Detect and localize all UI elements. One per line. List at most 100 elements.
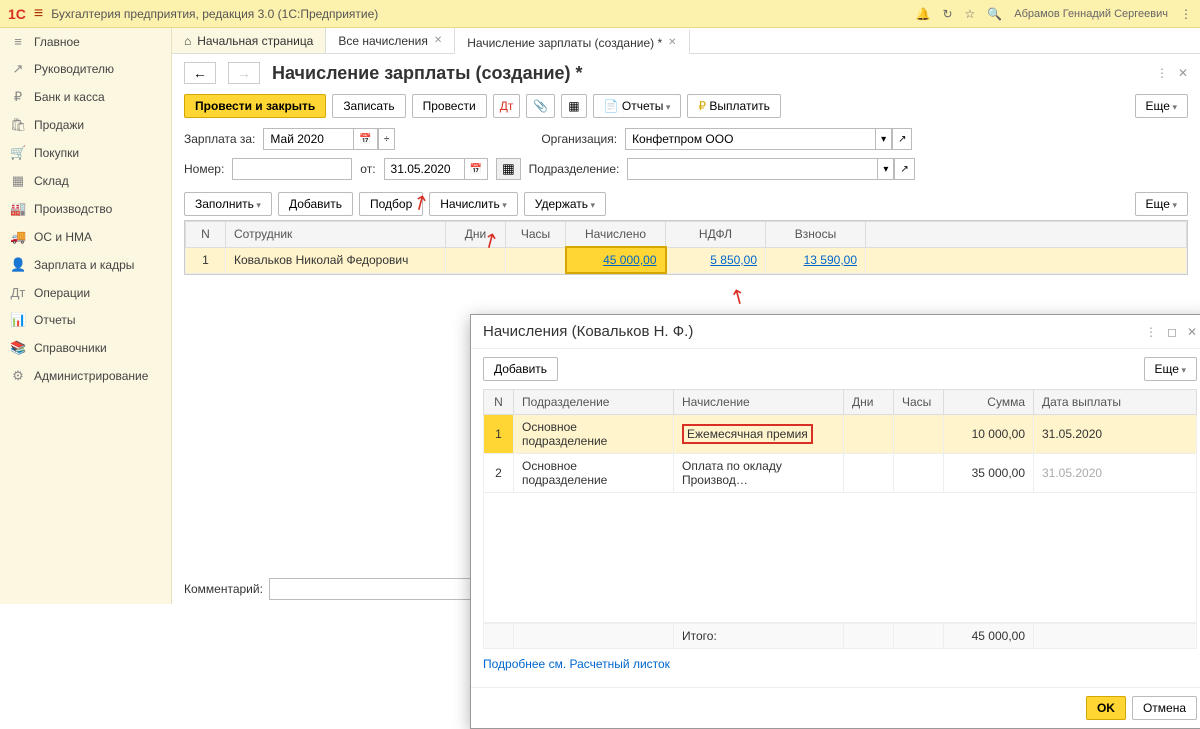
sidebar-item-purchases[interactable]: 🛒 Покупки bbox=[0, 139, 171, 167]
accrue-button[interactable]: Начислить bbox=[429, 192, 518, 216]
logo-1c: 1C bbox=[8, 6, 26, 22]
bell-icon[interactable]: 🔔 bbox=[916, 7, 931, 21]
close-icon[interactable]: ✕ bbox=[1178, 66, 1188, 80]
sidebar-item-reports[interactable]: 📊Отчеты bbox=[0, 306, 171, 334]
calendar-icon[interactable]: 📅 bbox=[464, 158, 488, 180]
sidebar-item-catalogs[interactable]: 📚Справочники bbox=[0, 334, 171, 362]
comment-label: Комментарий: bbox=[184, 582, 263, 596]
history-icon[interactable]: ↻ bbox=[942, 7, 952, 21]
col-accrued: Начислено bbox=[566, 222, 666, 248]
popup-title: Начисления (Ковальков Н. Ф.) bbox=[483, 323, 693, 340]
date-input[interactable] bbox=[384, 158, 464, 180]
sidebar-item-label: Производство bbox=[34, 202, 112, 216]
col-contrib: Взносы bbox=[766, 222, 866, 248]
sidebar-item-operations[interactable]: ДтОперации bbox=[0, 279, 171, 306]
spinner-icon[interactable]: ÷ bbox=[378, 128, 396, 150]
form-menu-icon[interactable]: ⋮ bbox=[1156, 66, 1168, 80]
ruble-icon: ₽ bbox=[10, 89, 26, 105]
tab-home[interactable]: ⌂Начальная страница bbox=[172, 28, 326, 53]
topbar: 1C ≡ Бухгалтерия предприятия, редакция 3… bbox=[0, 0, 1200, 28]
books-icon: 📚 bbox=[10, 340, 26, 356]
sidebar-item-hr[interactable]: 👤 Зарплата и кадры bbox=[0, 251, 171, 279]
close-icon[interactable]: ✕ bbox=[434, 35, 442, 46]
table-row[interactable]: 2 Основное подразделение Оплата по оклад… bbox=[484, 454, 1197, 493]
more-button[interactable]: Еще bbox=[1135, 94, 1188, 118]
open-icon[interactable]: ↗ bbox=[894, 158, 914, 180]
truck-icon: 🚚 bbox=[10, 229, 26, 245]
popup-add-button[interactable]: Добавить bbox=[483, 357, 558, 381]
sidebar-item-assets[interactable]: 🚚ОС и НМА bbox=[0, 223, 171, 251]
sidebar-item-admin[interactable]: ⚙ Администрирование bbox=[0, 362, 171, 390]
table-row[interactable]: 1 Ковальков Николай Федорович 45 000,00 … bbox=[186, 247, 1187, 273]
sidebar-item-warehouse[interactable]: ▦Склад bbox=[0, 167, 171, 195]
withhold-button[interactable]: Удержать bbox=[524, 192, 606, 216]
sidebar-item-label: Покупки bbox=[34, 146, 79, 160]
sidebar-item-label: Зарплата и кадры bbox=[34, 258, 134, 272]
nav-back-button[interactable]: ← bbox=[184, 62, 216, 84]
sidebar-item-label: Операции bbox=[34, 286, 90, 300]
org-input[interactable] bbox=[625, 128, 875, 150]
sidebar: ≡Главное ↗Руководителю ₽Банк и касса 🛍Пр… bbox=[0, 28, 172, 604]
salary-for-input[interactable] bbox=[263, 128, 353, 150]
salary-for-label: Зарплата за: bbox=[184, 132, 255, 146]
search-icon[interactable]: 🔍 bbox=[987, 7, 1002, 21]
barchart-icon: 📊 bbox=[10, 312, 26, 328]
table-row[interactable]: 1 Основное подразделение Ежемесячная пре… bbox=[484, 415, 1197, 454]
tab-accruals[interactable]: Все начисления✕ bbox=[326, 28, 455, 53]
dt-kt-button[interactable]: Дт bbox=[493, 94, 521, 118]
table-more-button[interactable]: Еще bbox=[1135, 192, 1188, 216]
star-icon[interactable]: ☆ bbox=[965, 7, 976, 21]
close-icon[interactable]: ✕ bbox=[1187, 325, 1197, 339]
accrued-cell[interactable]: 45 000,00 bbox=[566, 247, 666, 273]
bag-icon: 🛍 bbox=[10, 117, 26, 133]
pay-button[interactable]: ₽ Выплатить bbox=[687, 94, 780, 118]
gear-icon: ⚙ bbox=[10, 368, 26, 384]
cart-icon: 🛒 bbox=[10, 145, 26, 161]
dropdown-icon[interactable]: ▾ bbox=[877, 158, 894, 180]
close-icon[interactable]: ✕ bbox=[668, 37, 676, 48]
post-close-button[interactable]: Провести и закрыть bbox=[184, 94, 326, 118]
dropdown-icon[interactable]: ▾ bbox=[875, 128, 892, 150]
form-button[interactable]: ▦ bbox=[561, 94, 586, 118]
sidebar-item-manager[interactable]: ↗Руководителю bbox=[0, 55, 171, 83]
employees-table: N Сотрудник Дни Часы Начислено НДФЛ Взно… bbox=[185, 221, 1187, 274]
attach-button[interactable]: 📎 bbox=[526, 94, 555, 118]
select-button[interactable]: Подбор bbox=[359, 192, 423, 216]
highlighted-accrual: Ежемесячная премия bbox=[682, 424, 813, 444]
app-title: Бухгалтерия предприятия, редакция 3.0 (1… bbox=[51, 7, 378, 21]
nav-forward-button[interactable]: → bbox=[228, 62, 260, 84]
ok-button[interactable]: OK bbox=[1086, 696, 1126, 720]
sidebar-item-bank[interactable]: ₽ Банк и касса bbox=[0, 83, 171, 111]
tabs: ⌂Начальная страница Все начисления✕ Начи… bbox=[172, 28, 1200, 54]
cancel-button[interactable]: Отмена bbox=[1132, 696, 1197, 720]
tab-payroll-create[interactable]: Начисление зарплаты (создание) *✕ bbox=[455, 29, 689, 54]
popup-menu-icon[interactable]: ⋮ bbox=[1145, 325, 1157, 339]
open-icon[interactable]: ↗ bbox=[892, 128, 912, 150]
overflow-icon[interactable]: ⋮ bbox=[1180, 7, 1192, 21]
calendar-icon[interactable]: 📅 bbox=[353, 128, 377, 150]
org-label: Организация: bbox=[541, 132, 617, 146]
reports-button[interactable]: 📄 Отчеты bbox=[593, 94, 682, 118]
add-button[interactable]: Добавить bbox=[278, 192, 353, 216]
save-button[interactable]: Записать bbox=[332, 94, 405, 118]
menu-icon[interactable]: ≡ bbox=[34, 5, 43, 23]
fill-button[interactable]: Заполнить bbox=[184, 192, 272, 216]
payslip-link[interactable]: Подробнее см. Расчетный листок bbox=[483, 649, 670, 679]
user-name[interactable]: Абрамов Геннадий Сергеевич bbox=[1014, 8, 1168, 20]
popup-more-button[interactable]: Еще bbox=[1144, 357, 1197, 381]
sidebar-item-sales[interactable]: 🛍Продажи bbox=[0, 111, 171, 139]
sidebar-item-label: Банк и касса bbox=[34, 90, 105, 104]
sidebar-item-production[interactable]: 🏭Производство bbox=[0, 195, 171, 223]
person-icon: 👤 bbox=[10, 257, 26, 273]
contrib-cell[interactable]: 13 590,00 bbox=[766, 247, 866, 273]
sidebar-item-label: Администрирование bbox=[34, 369, 148, 383]
lock-icon[interactable]: ▦ bbox=[496, 158, 521, 180]
number-input[interactable] bbox=[232, 158, 352, 180]
col-employee: Сотрудник bbox=[226, 222, 446, 248]
maximize-icon[interactable]: ◻ bbox=[1167, 325, 1177, 339]
sidebar-item-label: Руководителю bbox=[34, 62, 114, 76]
post-button[interactable]: Провести bbox=[412, 94, 487, 118]
sidebar-item-main[interactable]: ≡Главное bbox=[0, 28, 171, 55]
dept-input[interactable] bbox=[627, 158, 877, 180]
ndfl-cell[interactable]: 5 850,00 bbox=[666, 247, 766, 273]
